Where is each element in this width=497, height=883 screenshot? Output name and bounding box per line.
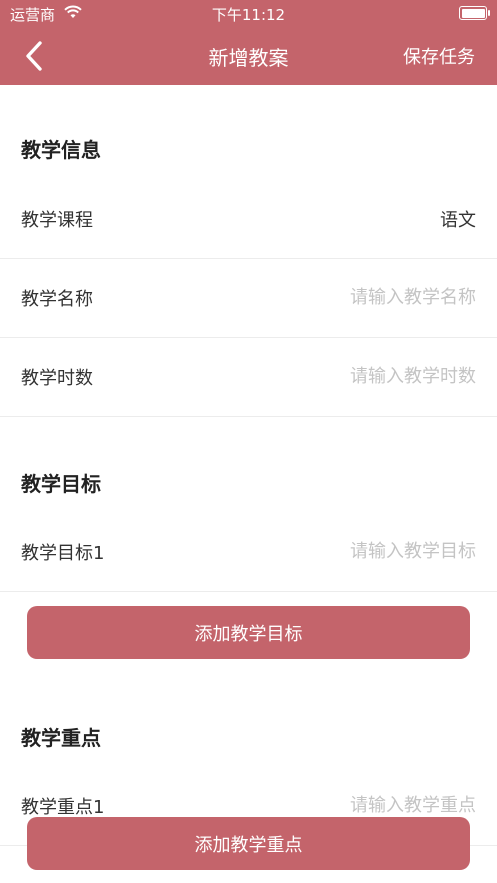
course-label: 教学课程 bbox=[21, 210, 93, 231]
section-title-teaching-info: 教学信息 bbox=[21, 138, 101, 162]
goal-1-label: 教学目标1 bbox=[21, 543, 105, 564]
hours-input[interactable] bbox=[236, 360, 476, 392]
add-goal-button[interactable]: 添加教学目标 bbox=[27, 606, 470, 659]
name-row: 教学名称 bbox=[0, 259, 497, 338]
status-bar: 运营商 下午11:12 bbox=[0, 0, 497, 28]
hours-label: 教学时数 bbox=[21, 368, 93, 389]
goal-1-input[interactable] bbox=[236, 535, 476, 567]
battery-icon bbox=[459, 6, 490, 20]
status-time: 下午11:12 bbox=[211, 6, 286, 24]
keypoint-1-label: 教学重点1 bbox=[21, 797, 105, 818]
name-input[interactable] bbox=[236, 281, 476, 313]
header: 运营商 下午11:12 新增教案 保存任务 bbox=[0, 0, 497, 85]
section-title-goals: 教学目标 bbox=[21, 472, 101, 496]
add-keypoint-button[interactable]: 添加教学重点 bbox=[27, 817, 470, 870]
name-label: 教学名称 bbox=[21, 289, 93, 310]
nav-bar: 新增教案 保存任务 bbox=[0, 28, 497, 85]
course-row[interactable]: 教学课程 语文 bbox=[0, 180, 497, 259]
section-title-keypoints: 教学重点 bbox=[21, 726, 101, 750]
goal-row-1: 教学目标1 bbox=[0, 513, 497, 592]
course-value[interactable]: 语文 bbox=[440, 206, 476, 232]
save-task-button[interactable]: 保存任务 bbox=[403, 43, 475, 69]
hours-row: 教学时数 bbox=[0, 338, 497, 417]
